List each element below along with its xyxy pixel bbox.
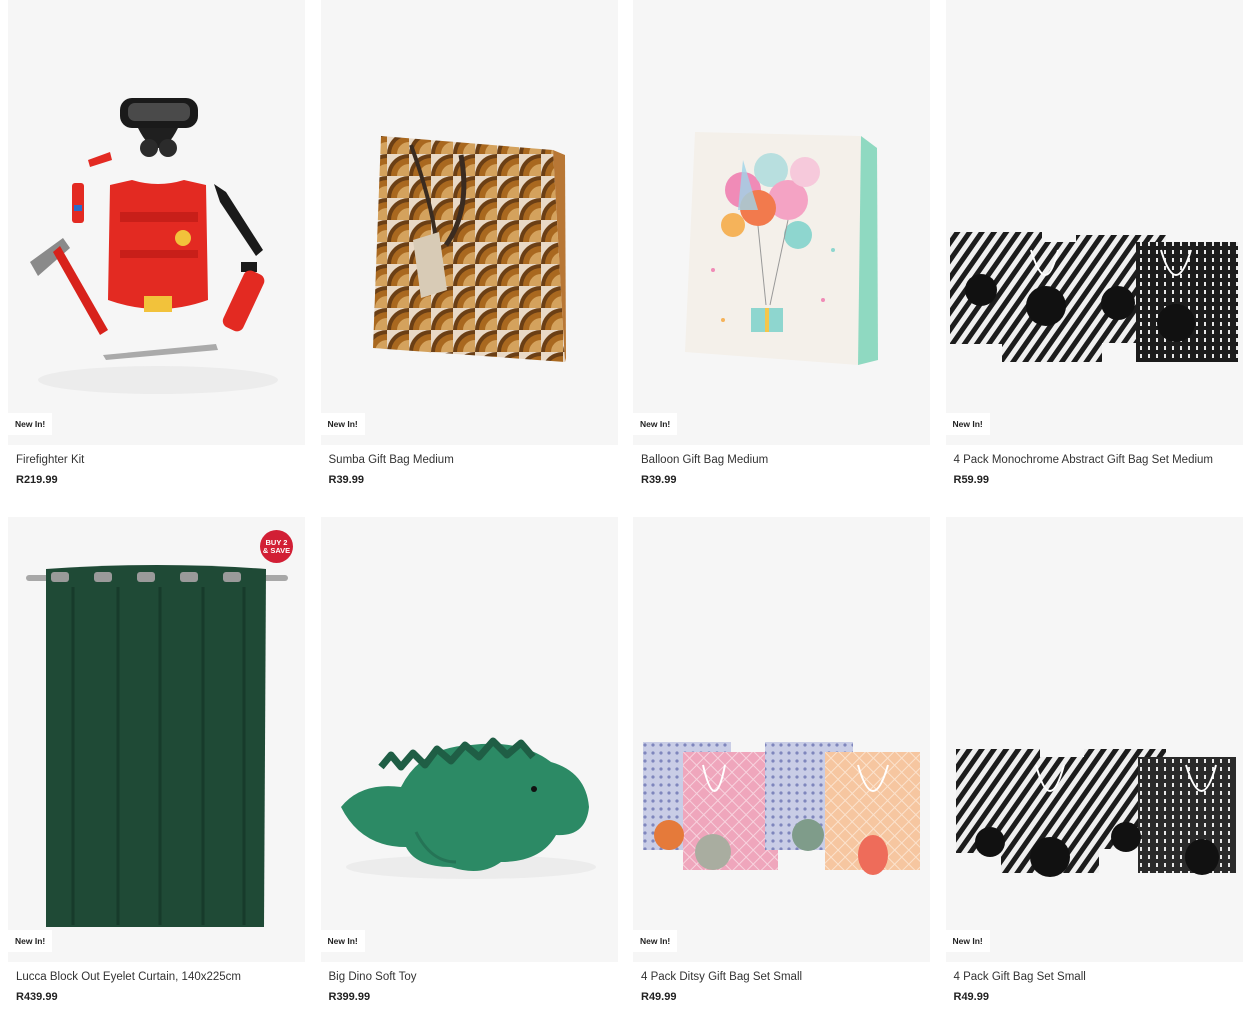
buy-2-save-promo-badge: BUY 2 & SAVE <box>260 530 293 563</box>
product-image[interactable]: New In! <box>633 0 930 445</box>
new-in-badge: New In! <box>8 930 53 952</box>
green-curtain-image <box>26 565 288 927</box>
product-price: R39.99 <box>641 474 677 486</box>
new-in-badge: New In! <box>945 413 990 435</box>
product-price: R219.99 <box>16 474 58 486</box>
product-price: R399.99 <box>328 991 371 1003</box>
product-name[interactable]: 4 Pack Gift Bag Set Small <box>954 971 1086 983</box>
product-image[interactable]: New In! <box>633 517 930 962</box>
product-image[interactable]: New In! <box>320 0 618 445</box>
product-card[interactable]: BUY 2 & SAVE New In! Lucca Block Out Eye… <box>8 517 305 1034</box>
product-price: R49.99 <box>641 991 677 1003</box>
new-in-badge: New In! <box>8 413 53 435</box>
new-in-badge: New In! <box>320 930 365 952</box>
product-price: R59.99 <box>953 474 989 486</box>
product-card[interactable]: New In! 4 Pack Gift Bag Set Small R49.99 <box>945 517 1243 1034</box>
monochrome-gift-bag-set-image <box>949 232 1238 362</box>
product-name[interactable]: Big Dino Soft Toy <box>329 971 417 983</box>
new-in-badge: New In! <box>945 930 990 952</box>
product-image[interactable]: New In! <box>8 0 305 445</box>
firefighter-kit-image <box>30 98 278 394</box>
product-card[interactable]: New In! 4 Pack Ditsy Gift Bag Set Small … <box>633 517 930 1034</box>
product-price: R439.99 <box>16 991 58 1003</box>
product-image[interactable]: New In! <box>945 0 1243 445</box>
product-price: R39.99 <box>328 474 364 486</box>
product-grid: New In! Firefighter Kit R219.99 New In! … <box>8 0 1243 1034</box>
new-in-badge: New In! <box>320 413 365 435</box>
new-in-badge: New In! <box>633 930 678 952</box>
gift-bag-set-small-image <box>955 749 1236 877</box>
product-name[interactable]: 4 Pack Monochrome Abstract Gift Bag Set … <box>954 454 1214 466</box>
product-name[interactable]: Balloon Gift Bag Medium <box>641 454 768 466</box>
product-price: R49.99 <box>953 991 989 1003</box>
promo-line2: & SAVE <box>262 545 291 555</box>
product-name[interactable]: Firefighter Kit <box>16 454 84 466</box>
product-image[interactable]: New In! <box>320 517 618 962</box>
product-image[interactable]: New In! <box>945 517 1243 962</box>
product-name[interactable]: Sumba Gift Bag Medium <box>329 454 454 466</box>
product-card[interactable]: New In! Sumba Gift Bag Medium R39.99 <box>320 0 618 517</box>
product-name[interactable]: Lucca Block Out Eyelet Curtain, 140x225c… <box>16 971 241 983</box>
product-card[interactable]: New In! Big Dino Soft Toy R399.99 <box>320 517 618 1034</box>
ditsy-gift-bag-set-image <box>643 742 920 875</box>
product-card[interactable]: New In! Firefighter Kit R219.99 <box>8 0 305 517</box>
product-image[interactable]: BUY 2 & SAVE New In! <box>8 517 305 962</box>
product-card[interactable]: New In! 4 Pack Monochrome Abstract Gift … <box>945 0 1243 517</box>
sumba-gift-bag-image <box>372 136 566 362</box>
new-in-badge: New In! <box>633 413 678 435</box>
product-name[interactable]: 4 Pack Ditsy Gift Bag Set Small <box>641 971 802 983</box>
product-card[interactable]: New In! Balloon Gift Bag Medium R39.99 <box>633 0 930 517</box>
balloon-gift-bag-image <box>685 132 878 365</box>
dino-soft-toy-image <box>340 737 596 879</box>
